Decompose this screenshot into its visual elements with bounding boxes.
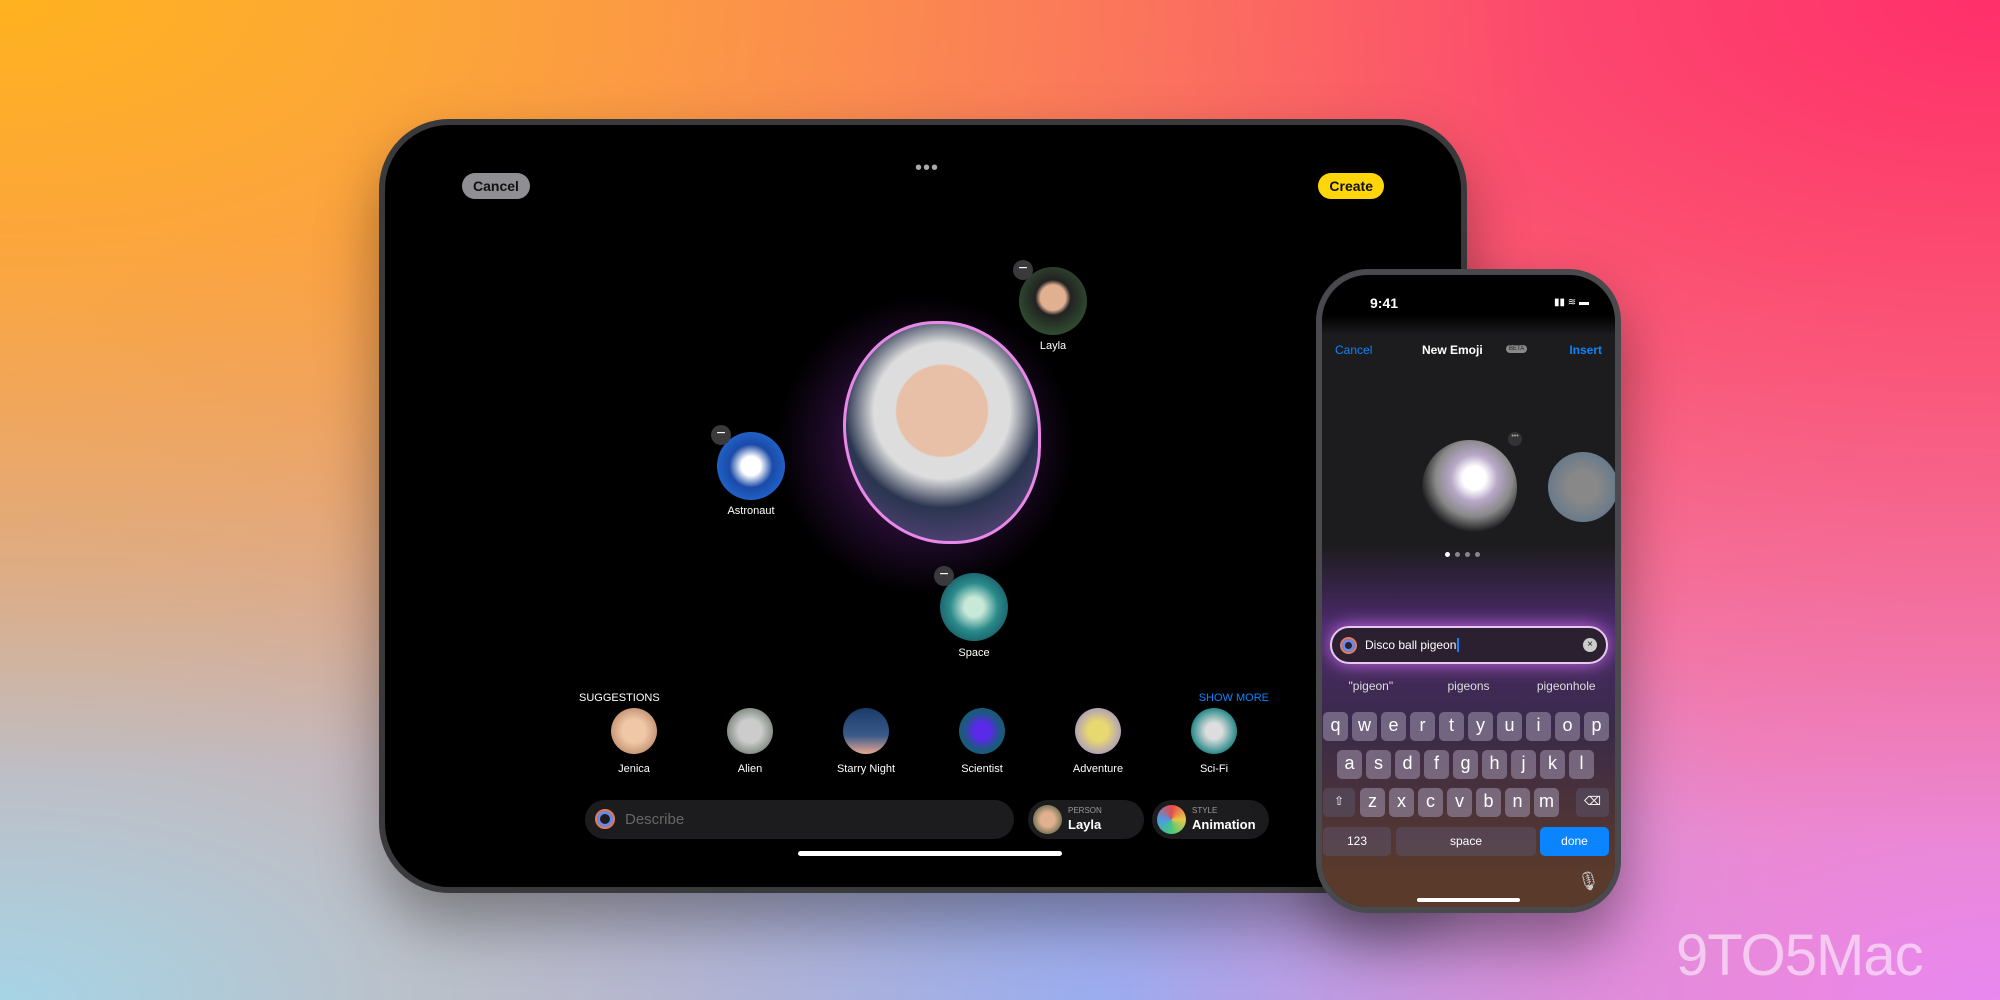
concept-label: Space	[958, 647, 990, 659]
suggestion-label: Adventure	[1072, 763, 1124, 775]
suggestion-label: Starry Night	[836, 763, 896, 775]
describe-input[interactable]: Describe	[585, 800, 1014, 839]
show-more-link[interactable]: SHOW MORE	[1199, 692, 1269, 704]
describe-placeholder: Describe	[625, 811, 685, 828]
cancel-button[interactable]: Cancel	[462, 173, 530, 199]
key-u[interactable]: u	[1497, 712, 1522, 741]
key-h[interactable]: h	[1482, 750, 1507, 779]
page-dots[interactable]	[1445, 552, 1480, 557]
key-j[interactable]: j	[1511, 750, 1536, 779]
home-indicator	[798, 851, 1062, 856]
style-value: Animation	[1192, 817, 1256, 832]
microphone-icon[interactable]: 🎙	[1577, 871, 1600, 892]
suggestion-label: Sci-Fi	[1199, 763, 1229, 775]
remove-space-icon[interactable]: −	[934, 566, 954, 586]
concept-label: Astronaut	[727, 505, 775, 517]
key-y[interactable]: y	[1468, 712, 1493, 741]
remove-astronaut-icon[interactable]: −	[711, 425, 731, 445]
key-a[interactable]: a	[1337, 750, 1362, 779]
key-f[interactable]: f	[1424, 750, 1449, 779]
style-chip[interactable]: STYLE Animation	[1152, 800, 1269, 839]
image-playground-icon	[595, 809, 615, 829]
key-m[interactable]: m	[1534, 788, 1559, 817]
insert-button[interactable]: Insert	[1569, 343, 1602, 357]
key-b[interactable]: b	[1476, 788, 1501, 817]
key-k[interactable]: k	[1540, 750, 1565, 779]
prediction[interactable]: pigeons	[1420, 679, 1518, 693]
remove-layla-icon[interactable]: −	[1013, 260, 1033, 280]
suggestion-alien[interactable]	[727, 708, 773, 754]
key-r[interactable]: r	[1410, 712, 1435, 741]
pigeon-emoji-1[interactable]	[1422, 440, 1517, 535]
suggestions-heading: SUGGESTIONS	[579, 692, 660, 704]
input-value: Disco ball pigeon	[1365, 638, 1460, 652]
key-z[interactable]: z	[1360, 788, 1385, 817]
prediction[interactable]: "pigeon"	[1322, 679, 1420, 693]
key-space[interactable]: space	[1396, 827, 1536, 856]
suggestion-adventure[interactable]	[1075, 708, 1121, 754]
key-x[interactable]: x	[1389, 788, 1414, 817]
key-p[interactable]: p	[1584, 712, 1609, 741]
key-t[interactable]: t	[1439, 712, 1464, 741]
create-button[interactable]: Create	[1318, 173, 1384, 199]
key-e[interactable]: e	[1381, 712, 1406, 741]
person-avatar	[1033, 805, 1062, 834]
suggestion-label: Scientist	[961, 763, 1003, 775]
key-c[interactable]: c	[1418, 788, 1443, 817]
ellipsis-icon[interactable]: •••	[915, 157, 939, 180]
watermark: 9TO5Mac	[1676, 923, 1924, 988]
key-i[interactable]: i	[1526, 712, 1551, 741]
key-n[interactable]: n	[1505, 788, 1530, 817]
home-indicator	[1417, 898, 1520, 902]
key-l[interactable]: l	[1569, 750, 1594, 779]
key-123[interactable]: 123	[1323, 827, 1391, 856]
concept-label: Layla	[1039, 340, 1067, 352]
style-icon	[1157, 805, 1186, 834]
key-s[interactable]: s	[1366, 750, 1391, 779]
person-caption: PERSON	[1068, 806, 1102, 815]
ellipsis-icon[interactable]: •••	[1508, 432, 1522, 446]
predictive-bar: "pigeon" pigeons pigeonhole	[1322, 679, 1615, 693]
suggestion-label: Alien	[737, 763, 763, 775]
key-o[interactable]: o	[1555, 712, 1580, 741]
style-caption: STYLE	[1192, 806, 1218, 815]
key-w[interactable]: w	[1352, 712, 1377, 741]
emoji-description-input[interactable]: Disco ball pigeon ×	[1330, 626, 1608, 664]
key-v[interactable]: v	[1447, 788, 1472, 817]
key-d[interactable]: d	[1395, 750, 1420, 779]
shift-key-icon[interactable]: ⇧	[1323, 788, 1355, 817]
key-q[interactable]: q	[1323, 712, 1348, 741]
prediction[interactable]: pigeonhole	[1517, 679, 1615, 693]
suggestion-starry-night[interactable]	[843, 708, 889, 754]
suggestion-label: Jenica	[618, 763, 650, 775]
ipad-device: Cancel Create ••• − Astronaut − Layla − …	[379, 119, 1467, 893]
suggestion-jenica[interactable]	[611, 708, 657, 754]
iphone-device: 9:41 ▮▮ ≋ ▬ Cancel New Emoji BETA Insert…	[1316, 269, 1621, 913]
status-time: 9:41	[1370, 295, 1399, 311]
beta-badge: BETA	[1506, 345, 1528, 353]
sheet-title: New Emoji	[1422, 343, 1483, 357]
status-icons: ▮▮ ≋ ▬	[1554, 297, 1589, 308]
suggestion-scientist[interactable]	[959, 708, 1005, 754]
pigeon-emoji-2[interactable]	[1548, 452, 1615, 522]
suggestion-sci-fi[interactable]	[1191, 708, 1237, 754]
key-g[interactable]: g	[1453, 750, 1478, 779]
person-value: Layla	[1068, 817, 1102, 832]
dynamic-island	[1432, 291, 1512, 315]
delete-key-icon[interactable]: ⌫	[1576, 788, 1609, 817]
image-playground-icon	[1340, 637, 1357, 654]
key-done[interactable]: done	[1540, 827, 1609, 856]
clear-icon[interactable]: ×	[1583, 638, 1597, 652]
person-chip[interactable]: PERSON Layla	[1028, 800, 1144, 839]
cancel-button[interactable]: Cancel	[1335, 343, 1372, 357]
